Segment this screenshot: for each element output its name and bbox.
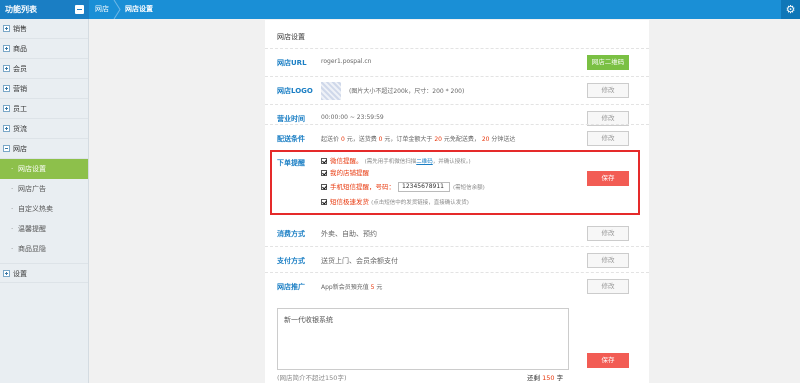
sidebar-item-online-store[interactable]: 网店	[0, 139, 88, 159]
sidebar-item-sales[interactable]: 销售	[0, 19, 88, 39]
sidebar-title: 功能列表	[5, 5, 37, 14]
sidebar-item-label: 会员	[13, 65, 27, 73]
sidebar-item-label: 设置	[13, 270, 27, 278]
sidebar-item-members[interactable]: 会员	[0, 59, 88, 79]
delivery-label: 配送条件	[277, 135, 305, 143]
delivery-fee-value: 0	[378, 136, 383, 143]
sidebar-item-label: 销售	[13, 25, 27, 33]
counter-unit: 字	[556, 374, 564, 382]
gear-icon[interactable]: ⚙	[781, 0, 800, 19]
delivery-text: 元免配送费，	[443, 136, 480, 143]
row-consume-mode: 消费方式 外卖、自助、预约 修改	[265, 220, 649, 248]
promotion-value: App新会员預充值 5 元	[321, 282, 382, 291]
delivery-text: 起送价	[321, 136, 340, 143]
delivery-conditions: 起送价 0 元，送货费 0 元，订单金额大于 20 元免配送费， 20 分钟送达	[321, 134, 515, 143]
sidebar-item-settings[interactable]: 设置	[0, 263, 88, 283]
store-logo-label: 网店LOGO	[277, 87, 313, 95]
expand-icon	[3, 25, 10, 32]
store-url-label: 网店URL	[277, 59, 307, 67]
breadcrumb-separator-icon	[113, 0, 121, 19]
breadcrumb-first[interactable]: 网店	[95, 0, 109, 19]
sidebar-item-label: 营销	[13, 85, 27, 93]
sidebar-item-label: 货流	[13, 125, 27, 133]
business-hours-value: 00:00:00 ~ 23:59:59	[321, 114, 384, 121]
sidebar-item-label: 员工	[13, 105, 27, 113]
sidebar-subitem-product-visibility[interactable]: 商品显隐	[0, 239, 88, 259]
sidebar-item-staff[interactable]: 员工	[0, 99, 88, 119]
highlight-box	[270, 150, 640, 215]
edit-consume-button[interactable]: 修改	[587, 226, 629, 241]
promotion-amount: 5	[370, 284, 375, 291]
expand-icon	[3, 270, 10, 277]
logo-image	[321, 82, 341, 100]
intro-hint: (网店简介不超过150字)	[277, 374, 347, 382]
row-delivery: 配送条件 起送价 0 元，送货费 0 元，订单金额大于 20 元免配送费， 20…	[265, 124, 649, 152]
panel-title: 网店设置	[277, 33, 305, 41]
payment-value: 送货上门、会员余额支付	[321, 257, 398, 265]
logo-hint: (图片大小不超过200k，尺寸：200 * 200)	[349, 88, 465, 95]
collapse-icon[interactable]	[75, 5, 84, 14]
expand-icon	[3, 125, 10, 132]
sidebar-item-label: 商品	[13, 45, 27, 53]
expand-icon	[3, 105, 10, 112]
store-url-value[interactable]: roger1.pospal.cn	[321, 58, 371, 65]
sidebar-subitem-reminders[interactable]: 温馨提醒	[0, 219, 88, 239]
promotion-label: 网店推广	[277, 283, 305, 291]
sidebar-subitem-custom-hot[interactable]: 自定义热卖	[0, 199, 88, 219]
counter-number: 150	[542, 374, 555, 382]
edit-payment-button[interactable]: 修改	[587, 253, 629, 268]
delivery-text: 分钟送达	[491, 136, 516, 143]
payment-label: 支付方式	[277, 257, 305, 265]
sidebar-item-label: 网店	[13, 145, 27, 153]
sidebar-header: 功能列表	[0, 0, 89, 19]
business-hours-label: 营业时间	[277, 115, 305, 123]
collapse-icon	[3, 145, 10, 152]
sidebar-subitem-store-ads[interactable]: 网店广告	[0, 179, 88, 199]
delivery-text: 元，送货费	[346, 136, 377, 143]
sidebar-item-marketing[interactable]: 营销	[0, 79, 88, 99]
breadcrumb-current: 网店设置	[125, 5, 153, 13]
delivery-text: 元，订单金额大于	[384, 136, 433, 143]
expand-icon	[3, 65, 10, 72]
promotion-text: App新会员預充值	[321, 284, 369, 291]
qr-code-button[interactable]: 网店二维码	[587, 55, 629, 70]
row-promotion: 网店推广 App新会员預充值 5 元 修改	[265, 272, 649, 300]
counter-text: 还剩	[527, 374, 540, 382]
edit-promotion-button[interactable]: 修改	[587, 279, 629, 294]
sidebar-item-products[interactable]: 商品	[0, 39, 88, 59]
save-intro-button[interactable]: 保存	[587, 353, 629, 368]
sidebar-item-logistics[interactable]: 货流	[0, 119, 88, 139]
row-store-url: 网店URL roger1.pospal.cn 网店二维码	[265, 48, 649, 76]
row-store-logo: 网店LOGO (图片大小不超过200k，尺寸：200 * 200) 修改	[265, 76, 649, 104]
char-counter: 还剩 150 字	[527, 372, 563, 382]
edit-delivery-button[interactable]: 修改	[587, 131, 629, 146]
delivery-minutes-value: 20	[481, 136, 490, 143]
edit-logo-button[interactable]: 修改	[587, 83, 629, 98]
free-threshold-value: 20	[434, 136, 442, 143]
row-payment: 支付方式 送货上门、会员余额支付 修改	[265, 246, 649, 274]
consume-mode-label: 消费方式	[277, 230, 305, 238]
expand-icon	[3, 45, 10, 52]
min-order-value: 0	[340, 136, 345, 143]
sidebar-subitem-store-settings[interactable]: 网店设置	[0, 159, 88, 179]
store-intro-textarea[interactable]: 新一代收银系统	[277, 308, 569, 370]
consume-mode-value: 外卖、自助、预约	[321, 230, 377, 238]
promotion-unit: 元	[376, 284, 383, 291]
expand-icon	[3, 85, 10, 92]
sidebar: 销售 商品 会员 营销 员工 货流 网店 网店设置 网店广告 自定义热卖 温馨提…	[0, 19, 89, 383]
